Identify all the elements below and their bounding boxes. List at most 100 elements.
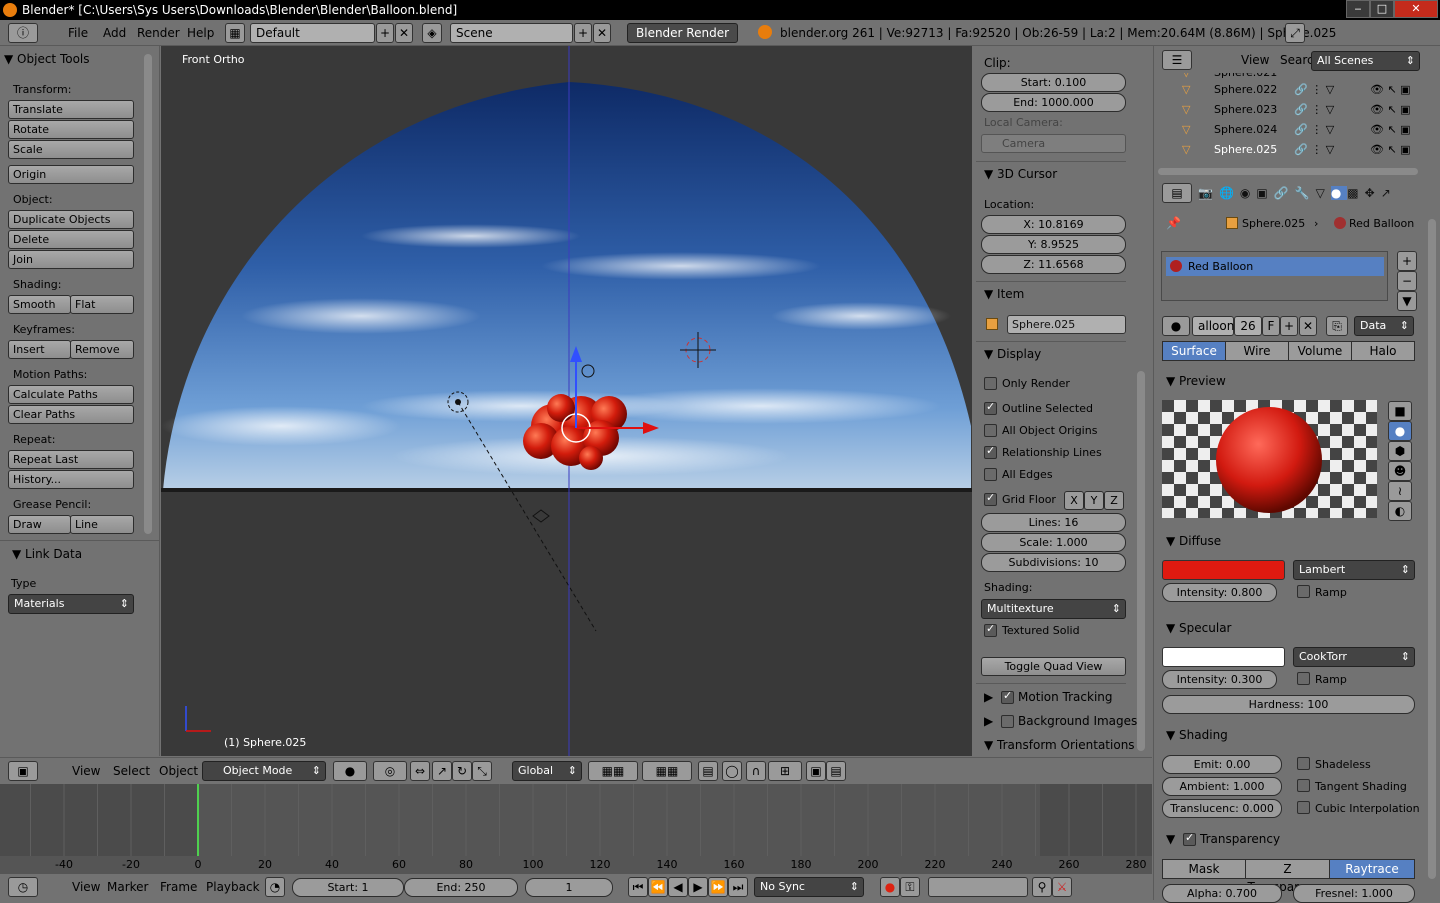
- insert-keyframe-button[interactable]: Insert: [8, 340, 71, 359]
- tab-raytrace[interactable]: Raytrace: [1329, 859, 1415, 879]
- tab-halo[interactable]: Halo: [1351, 341, 1415, 361]
- keying-set-field[interactable]: [928, 877, 1028, 897]
- end-frame-field[interactable]: End: 250: [404, 878, 518, 897]
- keying-icon[interactable]: ⚿: [900, 877, 920, 897]
- snap-icon[interactable]: ∩: [746, 761, 766, 781]
- delete-key-icon[interactable]: ⚔: [1052, 877, 1072, 897]
- timeline-menu-view[interactable]: View: [72, 874, 100, 900]
- transform-orientation-select[interactable]: Global: [512, 761, 582, 781]
- background-images-checkbox[interactable]: [1001, 715, 1015, 728]
- link-data-header[interactable]: ▼ Link Data: [12, 547, 82, 561]
- emit-field[interactable]: Emit: 0.00: [1162, 755, 1282, 774]
- play-reverse-icon[interactable]: ◀: [668, 877, 688, 897]
- pin-icon[interactable]: 📌: [1166, 216, 1181, 230]
- rotate-manip-icon[interactable]: ↻: [452, 761, 472, 781]
- menu-add[interactable]: Add: [103, 20, 126, 46]
- jump-start-icon[interactable]: ⏮: [628, 877, 648, 897]
- textured-solid-checkbox[interactable]: [984, 622, 997, 637]
- translucency-field[interactable]: Translucenc: 0.000: [1162, 799, 1282, 818]
- diffuse-ramp-checkbox[interactable]: [1297, 585, 1310, 598]
- screen-layout-icon[interactable]: ▦: [225, 23, 245, 43]
- cubic-interpolation-checkbox[interactable]: [1297, 801, 1310, 814]
- scale-manip-icon[interactable]: ⤡: [472, 761, 492, 781]
- calculate-paths-button[interactable]: Calculate Paths: [8, 385, 134, 404]
- transform-orientations-header[interactable]: ▼ Transform Orientations: [984, 738, 1135, 752]
- preview-monkey-icon[interactable]: ☻: [1388, 461, 1412, 481]
- outliner-h-scrollbar[interactable]: [1158, 168, 1418, 175]
- clear-paths-button[interactable]: Clear Paths: [8, 405, 134, 424]
- start-frame-field[interactable]: Start: 1: [292, 878, 404, 897]
- tab-mask[interactable]: Mask: [1162, 859, 1246, 879]
- cursor-z-field[interactable]: Z: 11.6568: [981, 255, 1126, 274]
- scene-field[interactable]: Scene: [450, 23, 573, 43]
- material-browse-icon[interactable]: ●: [1162, 316, 1190, 336]
- unlink-material-icon[interactable]: ✕: [1299, 316, 1317, 336]
- editor-type-3d-icon[interactable]: ▣: [8, 761, 38, 781]
- remove-screen-icon[interactable]: ✕: [395, 23, 413, 43]
- grid-y-toggle[interactable]: Y: [1084, 491, 1104, 510]
- item-header[interactable]: ▼ Item: [984, 287, 1024, 301]
- outliner-menu-view[interactable]: View: [1241, 47, 1269, 73]
- transparency-header[interactable]: ▼ Transparency: [1166, 831, 1280, 846]
- all-edges-checkbox[interactable]: [984, 468, 997, 481]
- insert-key-icon[interactable]: ⚲: [1032, 877, 1052, 897]
- close-button[interactable]: ✕: [1394, 0, 1438, 18]
- display-header[interactable]: ▼ Display: [984, 347, 1041, 361]
- new-material-icon[interactable]: +: [1280, 316, 1298, 336]
- menu-help[interactable]: Help: [187, 20, 214, 46]
- next-key-icon[interactable]: ⏩: [708, 877, 728, 897]
- add-screen-icon[interactable]: +: [376, 23, 394, 43]
- layers-a-icon[interactable]: ▦▦: [588, 761, 638, 781]
- outliner-row[interactable]: ▽ Sphere.023 🔗 ⋮ ▽ 👁 ↖ ▣: [1154, 100, 1434, 120]
- prev-key-icon[interactable]: ⏪: [648, 877, 668, 897]
- object-mode-select[interactable]: Object Mode: [202, 761, 326, 781]
- item-name-field[interactable]: Sphere.025: [1007, 315, 1126, 334]
- grid-scale-field[interactable]: Scale: 1.000: [981, 533, 1126, 552]
- toggle-quad-view-button[interactable]: Toggle Quad View: [981, 657, 1126, 676]
- duplicate-objects-button[interactable]: Duplicate Objects: [8, 210, 134, 229]
- specular-color-swatch[interactable]: [1162, 647, 1285, 667]
- shading-select[interactable]: Multitexture: [981, 599, 1126, 619]
- smooth-button[interactable]: Smooth: [8, 295, 71, 314]
- grid-floor-checkbox[interactable]: [984, 491, 997, 506]
- menu-view[interactable]: View: [72, 758, 100, 784]
- motion-tracking-header[interactable]: ▶ Motion Tracking: [984, 689, 1113, 704]
- jump-end-icon[interactable]: ⏭: [728, 877, 748, 897]
- local-camera-field[interactable]: Camera: [981, 134, 1126, 153]
- maximize-button[interactable]: □: [1370, 0, 1394, 18]
- menu-render[interactable]: Render: [137, 20, 180, 46]
- scene-icon[interactable]: ◈: [422, 23, 442, 43]
- sync-mode-select[interactable]: No Sync: [754, 877, 864, 897]
- translate-button[interactable]: Translate: [8, 100, 134, 119]
- fresnel-field[interactable]: Fresnel: 1.000: [1293, 884, 1415, 903]
- snap-element-icon[interactable]: ⊞: [768, 761, 802, 781]
- transparency-checkbox[interactable]: [1183, 831, 1197, 846]
- properties-scrollbar[interactable]: [1428, 219, 1436, 879]
- diffuse-shader-select[interactable]: Lambert: [1293, 560, 1415, 580]
- relationship-lines-checkbox[interactable]: [984, 444, 997, 459]
- tool-shelf-scrollbar[interactable]: [144, 54, 152, 534]
- menu-object[interactable]: Object: [159, 758, 198, 784]
- preview-range-icon[interactable]: ◔: [265, 877, 285, 897]
- background-images-header[interactable]: ▶ Background Images: [984, 714, 1137, 728]
- scale-button[interactable]: Scale: [8, 140, 134, 159]
- menu-file[interactable]: File: [68, 20, 88, 46]
- line-button[interactable]: Line: [70, 515, 134, 534]
- history-button[interactable]: History...: [8, 470, 134, 489]
- delete-button[interactable]: Delete: [8, 230, 134, 249]
- screen-layout-field[interactable]: Default: [250, 23, 375, 43]
- shadeless-checkbox[interactable]: [1297, 757, 1310, 770]
- play-icon[interactable]: ▶: [688, 877, 708, 897]
- editor-type-info-icon[interactable]: ⓘ: [8, 23, 38, 43]
- specular-ramp-checkbox[interactable]: [1297, 672, 1310, 685]
- draw-button[interactable]: Draw: [8, 515, 71, 534]
- flat-button[interactable]: Flat: [70, 295, 134, 314]
- 3d-viewport[interactable]: Front Ortho (1) Sphere.025: [161, 46, 972, 756]
- diffuse-color-swatch[interactable]: [1162, 560, 1285, 580]
- render-engine-select[interactable]: Blender Render: [627, 23, 738, 43]
- grid-lines-field[interactable]: Lines: 16: [981, 513, 1126, 532]
- specular-shader-select[interactable]: CookTorr: [1293, 647, 1415, 667]
- add-scene-icon[interactable]: +: [574, 23, 592, 43]
- link-type-select[interactable]: Materials: [8, 594, 134, 614]
- clip-end-field[interactable]: End: 1000.000: [981, 93, 1126, 112]
